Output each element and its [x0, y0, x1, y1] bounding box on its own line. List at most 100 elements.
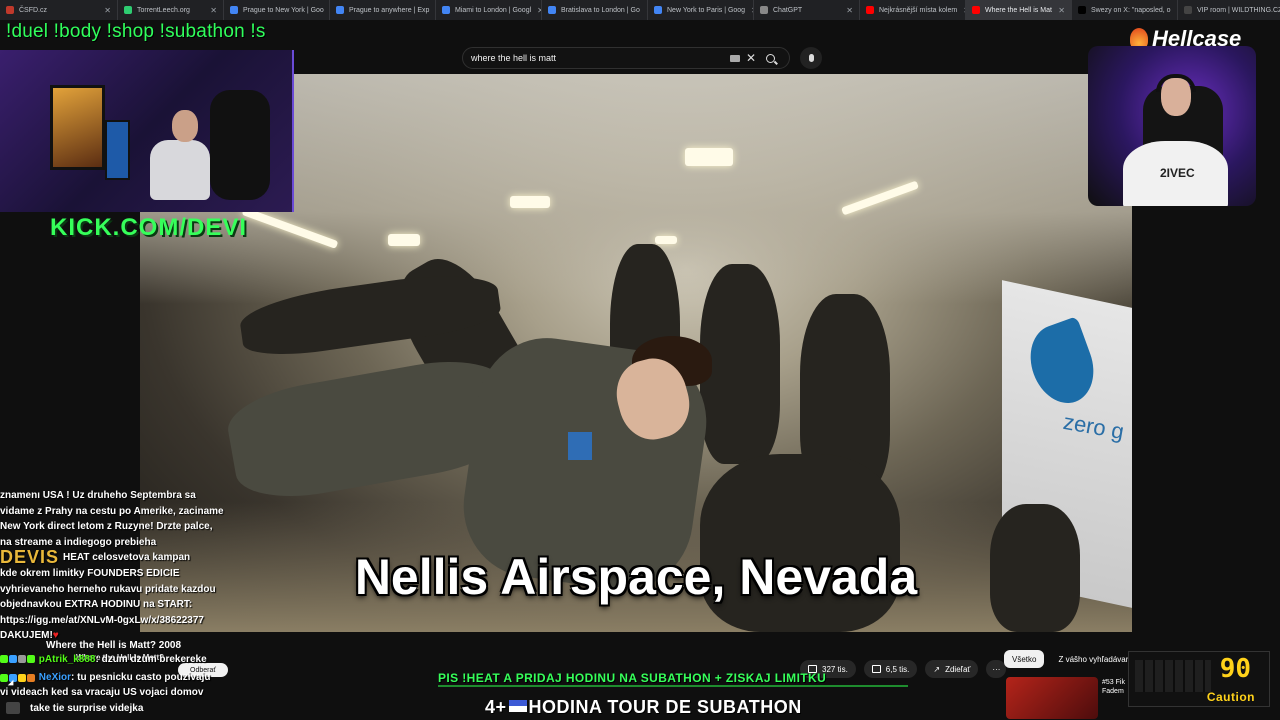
close-tab-icon[interactable]: ✕	[429, 6, 435, 15]
tab-title: ČSFD.cz	[19, 6, 47, 14]
subathon-counter: 90 Caution	[1128, 651, 1270, 707]
chip-all[interactable]: Všetko	[1004, 650, 1045, 668]
keyboard-icon[interactable]	[729, 54, 740, 62]
chat-badges	[0, 654, 36, 665]
shirt-print: 2IVEC	[1160, 166, 1195, 180]
browser-tab[interactable]: Where the Hell is Mat ✕	[966, 0, 1072, 20]
microphone-icon	[808, 54, 814, 62]
favicon-icon	[760, 6, 768, 14]
ceiling-light	[685, 148, 733, 166]
recommendation-chips: Všetko Z vášho vyhľadávania	[1004, 650, 1144, 668]
gaming-chair	[210, 90, 270, 200]
tour-text: HODINA TOUR DE SUBATHON	[528, 697, 802, 717]
tab-title: Miami to London | Googl	[455, 6, 532, 14]
devis-logo: DEVIS	[0, 550, 60, 566]
browser-tab[interactable]: Bratislava to London | Go✕	[542, 0, 648, 20]
chat-line: na streame a indiegogo prebieha	[0, 536, 157, 548]
chat-text: : dzum dzum brekereke	[95, 654, 207, 666]
share-label: Zdieľať	[945, 664, 971, 674]
favicon-icon	[548, 6, 556, 14]
browser-tab[interactable]: ChatGPT ✕	[754, 0, 860, 20]
close-tab-icon[interactable]: ✕	[1171, 6, 1178, 15]
browser-tab[interactable]: VIP room | WILDTHING.CZ✕	[1178, 0, 1280, 20]
tab-title: TorrentLeech.org	[137, 6, 190, 14]
favicon-icon	[336, 6, 344, 14]
streamer-body	[150, 140, 210, 200]
rec-title-line: #53 Fik	[1102, 679, 1125, 686]
browser-tab[interactable]: Prague to anywhere | Exp✕	[330, 0, 436, 20]
streamer-head	[172, 110, 198, 142]
chat-username[interactable]: NeXior	[39, 672, 71, 683]
monitor	[105, 120, 130, 180]
browser-tab[interactable]: New York to Paris | Goog✕	[648, 0, 754, 20]
microphone-button[interactable]	[800, 47, 822, 69]
share-icon: ↗	[933, 664, 941, 674]
favicon-icon	[654, 6, 662, 14]
chat-line-text: HEAT celosvetova kampan	[63, 552, 191, 564]
browser-tab[interactable]: Prague to New York | Goo✕	[224, 0, 330, 20]
chat-text: : tu pesnicku casto pouzivaju	[71, 672, 211, 684]
chat-line: objednavkou EXTRA HODINU na START:	[0, 599, 193, 611]
badge-icon	[27, 673, 35, 682]
search-input[interactable]: where the hell is matt ✕	[462, 47, 790, 69]
chat-message: vi videach ked sa vracaju US vojaci domo…	[0, 687, 204, 699]
ceiling-light	[388, 234, 420, 246]
search-query[interactable]: where the hell is matt	[471, 53, 730, 63]
headphones-icon	[1156, 74, 1196, 92]
browser-tab[interactable]: TorrentLeech.org ✕	[118, 0, 224, 20]
share-button[interactable]: ↗ Zdieľať	[925, 660, 979, 678]
counter-value: 90	[1219, 654, 1251, 684]
browser-tab[interactable]: ČSFD.cz ✕	[0, 0, 118, 20]
badge-icon	[18, 673, 26, 682]
chat-badges	[0, 672, 36, 683]
close-tab-icon[interactable]: ✕	[531, 6, 541, 15]
favicon-icon	[230, 6, 238, 14]
favicon-icon	[1184, 6, 1192, 14]
flag-icon	[508, 700, 527, 712]
recommended-video-title[interactable]: #53 Fik Fadem	[1102, 678, 1125, 696]
dislike-button[interactable]: 6,5 tis.	[863, 660, 918, 678]
tab-title: New York to Paris | Goog	[667, 6, 746, 14]
chat-line: https://igg.me/at/XNLvM-0gxLw/x/38622377	[0, 614, 204, 626]
emote-icon[interactable]	[6, 702, 20, 714]
rec-title-line: Fadem	[1102, 688, 1124, 695]
browser-tab[interactable]: Swezy on X: "naposled, o✕	[1072, 0, 1178, 20]
badge-icon	[0, 673, 8, 682]
tab-title: ChatGPT	[773, 6, 803, 14]
tab-title: Where the Hell is Mat	[985, 6, 1052, 14]
ceiling-light	[655, 236, 677, 244]
recommended-video-thumbnail[interactable]	[1006, 677, 1098, 719]
clear-icon[interactable]: ✕	[746, 51, 756, 65]
close-tab-icon[interactable]: ✕	[957, 6, 965, 15]
chat-line: znamenı USA ! Uz druheho Septembra sa	[0, 490, 196, 501]
close-tab-icon[interactable]: ✕	[98, 6, 111, 15]
close-tab-icon[interactable]: ✕	[840, 6, 853, 15]
face-webcam: 2IVEC	[1088, 46, 1256, 206]
monitor	[50, 85, 105, 170]
close-tab-icon[interactable]: ✕	[745, 6, 753, 15]
favicon-icon	[442, 6, 450, 14]
stream-chat-pinned: znamenı USA ! Uz druheho Septembra sa vi…	[0, 488, 230, 644]
suit-patch	[568, 432, 592, 460]
chat-message: NeXior: tu pesnicku casto pouzivaju	[0, 665, 240, 683]
chat-input-row: take tie surprise videjka	[0, 699, 260, 717]
chat-username[interactable]: pAtrik_k888	[39, 654, 96, 665]
browser-tab[interactable]: Miami to London | Googl✕	[436, 0, 542, 20]
chat-line-text: DAKUJEM!	[0, 630, 53, 642]
gameplay-webcam	[0, 50, 294, 212]
more-icon: ···	[992, 664, 1001, 674]
close-tab-icon[interactable]: ✕	[204, 6, 217, 15]
promo-underline	[438, 685, 908, 687]
stream-chat-messages: pAtrik_k888: dzum dzum brekereke NeXior:…	[0, 650, 240, 698]
badge-icon	[9, 655, 17, 664]
browser-tab[interactable]: Nejkrásnější místa kolem✕	[860, 0, 966, 20]
close-tab-icon[interactable]: ✕	[1052, 6, 1065, 15]
chat-line: kde okrem limitky FOUNDERS EDICIE	[0, 567, 180, 579]
thumbs-down-icon	[871, 665, 881, 673]
ceiling-light	[510, 196, 550, 208]
search-icon[interactable]	[766, 53, 775, 63]
chat-input-text: take tie surprise videjka	[30, 702, 144, 714]
close-tab-icon[interactable]: ✕	[640, 6, 647, 15]
tab-title: Prague to anywhere | Exp	[349, 6, 430, 14]
video-actions: 327 tis. 6,5 tis. ↗ Zdieľať ···	[800, 660, 1007, 678]
